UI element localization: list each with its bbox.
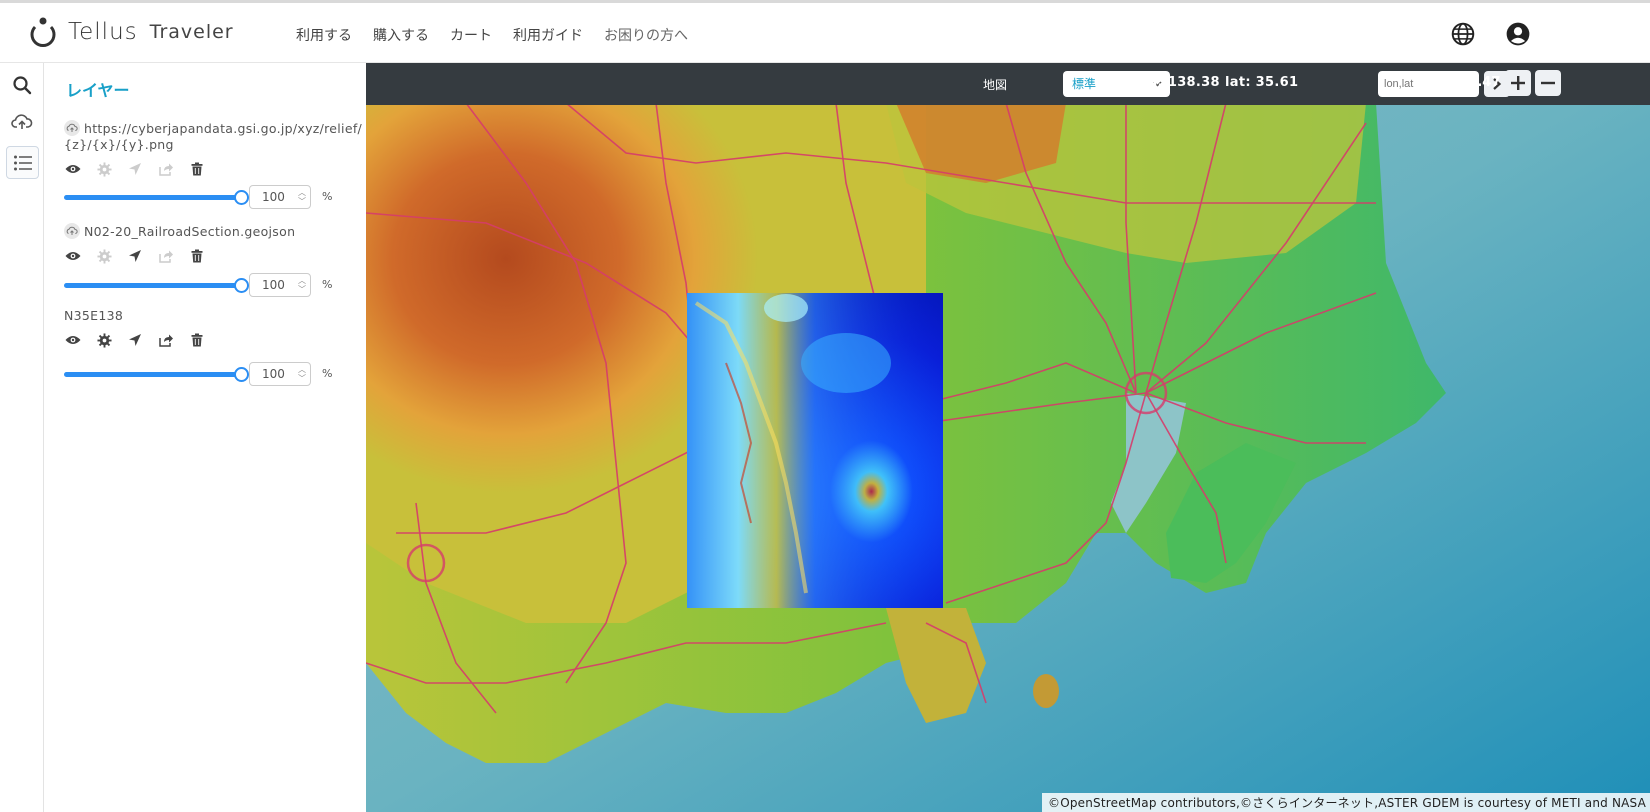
map-style-label: 地図 [983, 78, 1008, 92]
spinner-icon[interactable]: ︿ ﹀ [298, 188, 306, 206]
lon-readout: lon: 138.38 [1134, 75, 1220, 90]
nav-cart[interactable]: カート [450, 25, 492, 45]
navigate-icon[interactable] [126, 331, 144, 349]
globe-icon[interactable] [1450, 21, 1476, 47]
opacity-row: 100 ︿ ﹀ % [64, 362, 364, 388]
gear-icon[interactable] [95, 160, 113, 178]
percent-label: % [322, 190, 333, 203]
brand-name: Tellus [68, 19, 138, 45]
app-header: Tellus Traveler 利用する 購入する カート 利用ガイド お困りの… [0, 3, 1650, 63]
opacity-row: 100 ︿ ﹀ % [64, 185, 364, 211]
logo-mark-icon [30, 17, 56, 47]
layer-name-text: https://cyberjapandata.gsi.go.jp/xyz/rel… [64, 121, 363, 152]
opacity-slider-track[interactable] [64, 283, 242, 288]
opacity-slider-handle[interactable] [234, 367, 249, 382]
opacity-input[interactable]: 100 ︿ ﹀ [249, 185, 311, 209]
nav-help[interactable]: お困りの方へ [604, 25, 688, 45]
map-style-value: 標準 [1072, 77, 1097, 91]
cloud-icon [64, 120, 80, 136]
zoom-readout: z: 8.47 [1451, 75, 1501, 90]
opacity-value: 100 [262, 278, 285, 292]
share-icon[interactable] [157, 160, 175, 178]
spinner-icon[interactable]: ︿ ﹀ [298, 365, 306, 383]
layer-name: https://cyberjapandata.gsi.go.jp/xyz/rel… [64, 120, 364, 153]
layer-tools [64, 247, 364, 265]
eye-icon[interactable] [64, 247, 82, 265]
main-nav: 利用する 購入する カート 利用ガイド お困りの方へ [296, 25, 709, 45]
navigate-icon[interactable] [126, 160, 144, 178]
trash-icon[interactable] [188, 247, 206, 265]
brand-subtitle: Traveler [149, 21, 234, 43]
map-attribution: ©OpenStreetMap contributors,©さくらインターネット,… [1042, 793, 1650, 812]
layer-name: N35E138 [64, 308, 364, 324]
nav-use[interactable]: 利用する [296, 25, 352, 45]
layer-tools [64, 331, 364, 349]
opacity-value: 100 [262, 367, 285, 381]
navigate-icon[interactable] [126, 247, 144, 265]
cloud-icon [64, 223, 80, 239]
account-icon[interactable] [1505, 21, 1531, 47]
layer-name: N02-20_RailroadSection.geojson [64, 223, 364, 240]
spinner-icon[interactable]: ︿ ﹀ [298, 276, 306, 294]
layer-panel: レイヤー https://cyberjapandata.gsi.go.jp/xy… [44, 63, 365, 812]
trash-icon[interactable] [188, 331, 206, 349]
share-icon[interactable] [157, 331, 175, 349]
trash-icon[interactable] [188, 160, 206, 178]
gear-icon[interactable] [95, 247, 113, 265]
logo[interactable]: Tellus Traveler [28, 15, 234, 49]
cloud-upload-icon[interactable] [6, 106, 37, 137]
opacity-slider-track[interactable] [64, 195, 242, 200]
nav-purchase[interactable]: 購入する [373, 25, 429, 45]
opacity-row: 100 ︿ ﹀ % [64, 273, 364, 299]
opacity-input[interactable]: 100 ︿ ﹀ [249, 273, 311, 297]
layer-item: N35E138 [64, 308, 364, 349]
gear-icon[interactable] [95, 331, 113, 349]
layer-item: N02-20_RailroadSection.geojson [64, 223, 364, 265]
panel-title: レイヤー [66, 81, 130, 100]
layer-tools [64, 160, 364, 178]
search-icon[interactable] [6, 69, 37, 100]
layer-item: https://cyberjapandata.gsi.go.jp/xyz/rel… [64, 120, 364, 178]
plus-icon [1511, 76, 1525, 90]
icon-rail [0, 63, 44, 812]
layer-name-text: N02-20_RailroadSection.geojson [84, 224, 296, 239]
lat-readout: lat: 35.61 [1225, 75, 1299, 90]
percent-label: % [322, 278, 333, 291]
layer-name-text: N35E138 [64, 308, 124, 323]
opacity-slider-handle[interactable] [234, 190, 249, 205]
nav-guide[interactable]: 利用ガイド [513, 25, 583, 45]
zoom-out-button[interactable] [1535, 70, 1561, 96]
percent-label: % [322, 367, 333, 380]
minus-icon [1541, 81, 1555, 85]
zoom-in-button[interactable] [1505, 70, 1531, 96]
eye-icon[interactable] [64, 331, 82, 349]
layer-list-icon[interactable] [6, 146, 39, 179]
opacity-value: 100 [262, 190, 285, 204]
eye-icon[interactable] [64, 160, 82, 178]
terrain-map [366, 63, 1650, 812]
share-icon[interactable] [157, 247, 175, 265]
opacity-slider-track[interactable] [64, 372, 242, 377]
map-view[interactable]: ©OpenStreetMap contributors,©さくらインターネット,… [366, 63, 1650, 812]
opacity-slider-handle[interactable] [234, 278, 249, 293]
opacity-input[interactable]: 100 ︿ ﹀ [249, 362, 311, 386]
map-toolbar: 地図 標準 lon: 138.38 lat: 35.61 z: 8.47 [366, 63, 1650, 105]
